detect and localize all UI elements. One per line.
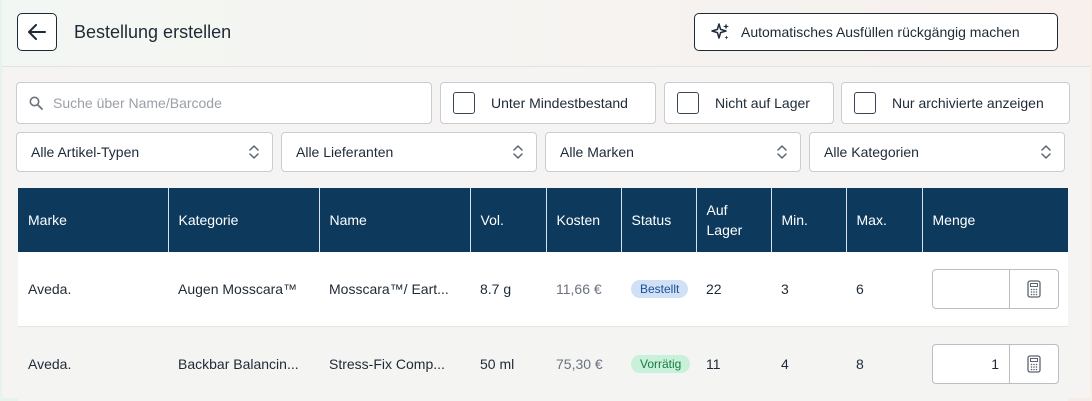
order-table: Marke Kategorie Name Vol. Kosten Status … xyxy=(18,188,1068,401)
quantity-input[interactable] xyxy=(933,270,1009,308)
status-badge: Vorrätig xyxy=(631,355,690,373)
cell-cost: 75,30 € xyxy=(546,327,621,401)
checkbox-label: Unter Mindestbestand xyxy=(491,95,628,111)
cell-name: Stress-Fix Comp... xyxy=(319,327,470,401)
checkbox[interactable] xyxy=(854,92,876,114)
order-panel: Bestellung erstellen Automatisches Ausfü… xyxy=(2,0,1090,398)
column-header-label: Auf Lager xyxy=(707,200,751,240)
table-row[interactable]: Aveda. Backbar Balancin... Stress-Fix Co… xyxy=(18,327,1068,401)
search-input[interactable]: Suche über Name/Barcode xyxy=(16,82,432,124)
cell-cost: 11,66 € xyxy=(546,252,621,327)
quantity-input[interactable]: 1 xyxy=(933,345,1009,383)
search-icon xyxy=(29,96,43,110)
checkbox-label: Nicht auf Lager xyxy=(715,95,810,111)
calculator-button[interactable] xyxy=(1009,270,1058,308)
select-item-types[interactable]: Alle Artikel-Typen xyxy=(16,132,273,172)
status-badge: Bestellt xyxy=(631,280,688,298)
cell-min: 4 xyxy=(771,327,846,401)
select-value: Alle Kategorien xyxy=(824,144,919,160)
select-value: Alle Lieferanten xyxy=(296,144,393,160)
chevron-updown-icon xyxy=(776,143,788,161)
quantity-input-group: 1 xyxy=(932,344,1059,384)
column-header[interactable]: Kosten xyxy=(546,188,621,252)
cell-category: Augen Mosscara™ xyxy=(168,252,319,327)
column-header[interactable]: Kategorie xyxy=(168,188,319,252)
cell-in-stock: 11 xyxy=(696,327,771,401)
select-suppliers[interactable]: Alle Lieferanten xyxy=(281,132,537,172)
checkbox[interactable] xyxy=(677,92,699,114)
sparkles-icon xyxy=(711,22,731,42)
quantity-input-group xyxy=(932,269,1059,309)
chevron-updown-icon xyxy=(512,143,524,161)
column-header[interactable]: Max. xyxy=(846,188,922,252)
cell-min: 3 xyxy=(771,252,846,327)
column-header[interactable]: Menge xyxy=(922,188,1068,252)
select-brands[interactable]: Alle Marken xyxy=(545,132,801,172)
column-header[interactable]: Min. xyxy=(771,188,846,252)
cell-max: 6 xyxy=(846,252,922,327)
column-header[interactable]: Marke xyxy=(18,188,168,252)
filter-checkbox-below-minimum[interactable]: Unter Mindestbestand xyxy=(440,82,656,124)
undo-autofill-button[interactable]: Automatisches Ausfüllen rückgängig mache… xyxy=(694,13,1058,51)
table-header-row: Marke Kategorie Name Vol. Kosten Status … xyxy=(18,188,1068,252)
select-value: Alle Marken xyxy=(560,144,634,160)
column-header[interactable]: Name xyxy=(319,188,470,252)
chevron-updown-icon xyxy=(248,143,260,161)
select-value: Alle Artikel-Typen xyxy=(31,144,139,160)
filter-checkbox-out-of-stock[interactable]: Nicht auf Lager xyxy=(664,82,834,124)
cell-brand: Aveda. xyxy=(18,252,168,327)
page-title: Bestellung erstellen xyxy=(74,22,231,43)
filter-checkbox-archived-only[interactable]: Nur archivierte anzeigen xyxy=(841,82,1070,124)
chevron-updown-icon xyxy=(1040,143,1052,161)
cell-max: 8 xyxy=(846,327,922,401)
table-row[interactable]: Aveda. Augen Mosscara™ Mosscara™/ Eart..… xyxy=(18,252,1068,327)
column-header[interactable]: Auf Lager xyxy=(696,188,771,252)
arrow-left-icon xyxy=(28,24,46,40)
column-header[interactable]: Vol. xyxy=(470,188,546,252)
calculator-button[interactable] xyxy=(1009,345,1058,383)
undo-autofill-label: Automatisches Ausfüllen rückgängig mache… xyxy=(741,24,1020,40)
cell-quantity xyxy=(922,252,1068,327)
back-button[interactable] xyxy=(17,13,57,51)
calculator-icon xyxy=(1027,355,1041,373)
cell-category: Backbar Balancin... xyxy=(168,327,319,401)
checkbox-label: Nur archivierte anzeigen xyxy=(892,95,1044,111)
checkbox[interactable] xyxy=(453,92,475,114)
select-categories[interactable]: Alle Kategorien xyxy=(809,132,1065,172)
cell-name: Mosscara™/ Eart... xyxy=(319,252,470,327)
cell-quantity: 1 xyxy=(922,327,1068,401)
cell-volume: 8.7 g xyxy=(470,252,546,327)
cell-status: Bestellt xyxy=(621,252,696,327)
cell-volume: 50 ml xyxy=(470,327,546,401)
column-header[interactable]: Status xyxy=(621,188,696,252)
calculator-icon xyxy=(1027,280,1041,298)
cell-status: Vorrätig xyxy=(621,327,696,401)
cell-in-stock: 22 xyxy=(696,252,771,327)
cell-brand: Aveda. xyxy=(18,327,168,401)
header-bar: Bestellung erstellen Automatisches Ausfü… xyxy=(2,0,1090,67)
search-placeholder: Suche über Name/Barcode xyxy=(53,95,222,111)
